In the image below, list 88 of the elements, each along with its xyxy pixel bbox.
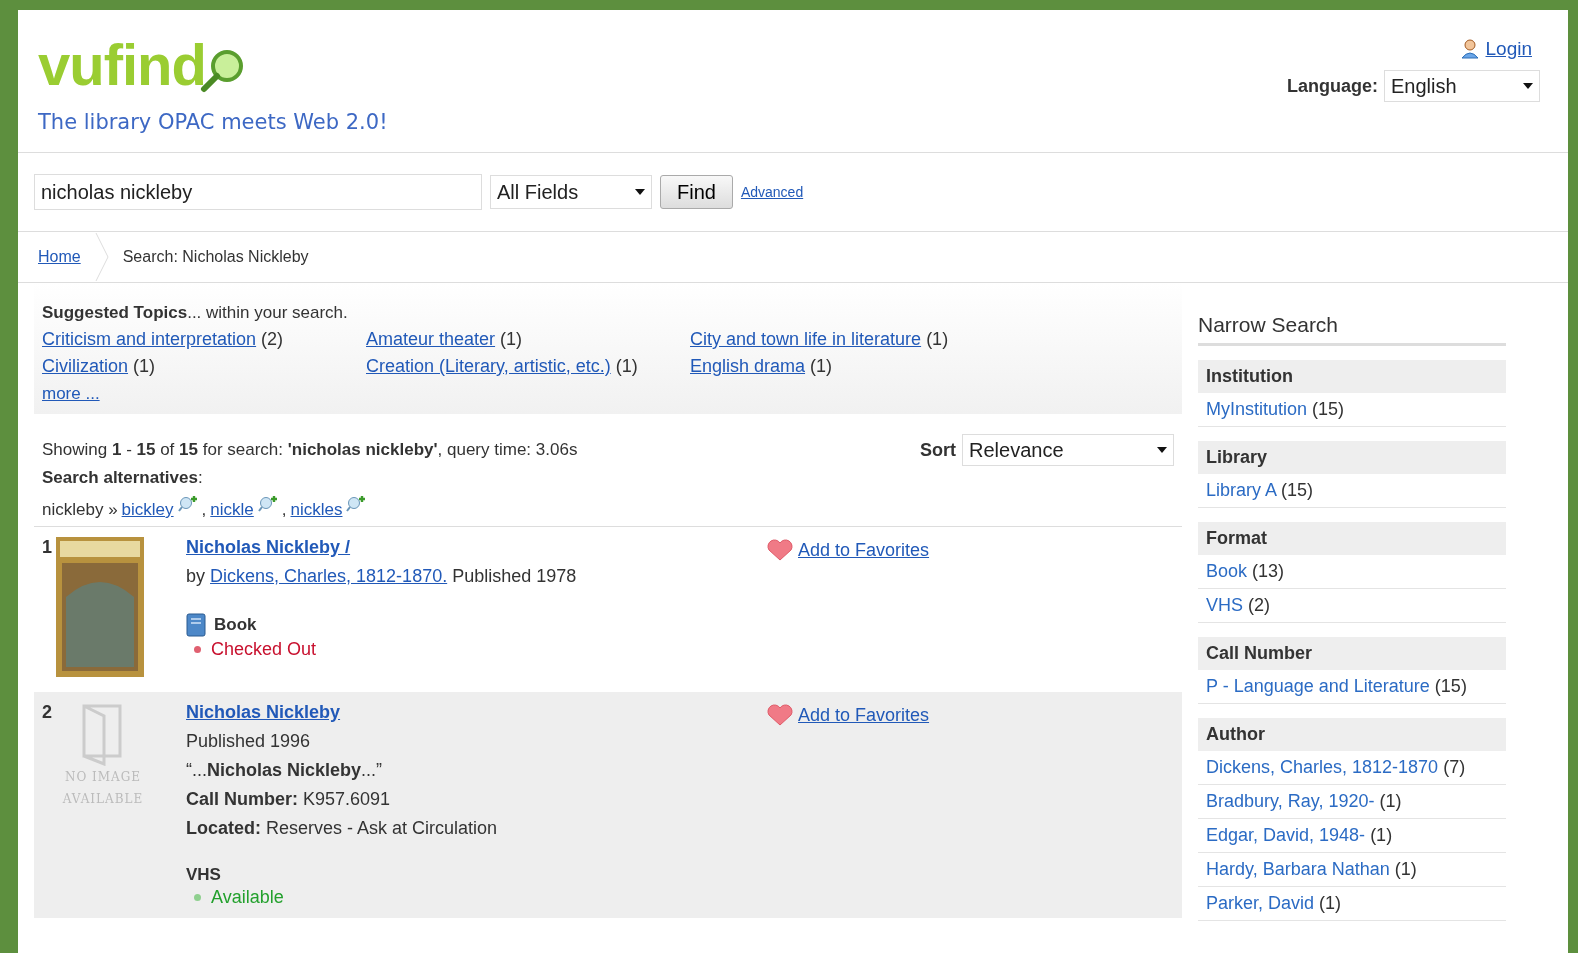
- facet-link[interactable]: Book: [1206, 561, 1248, 581]
- topic-link[interactable]: English drama: [690, 356, 806, 376]
- result-title-link[interactable]: Nicholas Nickleby /: [186, 537, 766, 558]
- search-field[interactable]: nicholas nickleby: [34, 174, 482, 210]
- topic-count: (1): [810, 356, 833, 376]
- topic-count: (2): [261, 329, 284, 349]
- facet-heading: Format: [1198, 522, 1506, 555]
- add-to-favorites-link[interactable]: Add to Favorites: [798, 539, 930, 561]
- facet-heading: Author: [1198, 718, 1506, 751]
- result-title-link[interactable]: Nicholas Nickleby: [186, 702, 766, 723]
- search-alternatives-heading: Search alternatives:: [41, 467, 204, 489]
- facet-count: (7): [1443, 757, 1466, 777]
- detail-label: Call Number:: [186, 789, 299, 809]
- topic-link[interactable]: Amateur theater: [366, 329, 496, 349]
- result-detail-text: Published 1996: [186, 731, 312, 752]
- breadcrumb-text: Search: Nicholas Nickleby: [122, 248, 309, 266]
- result-number: 1: [42, 537, 53, 559]
- add-to-favorites-link[interactable]: Add to Favorites: [798, 704, 930, 726]
- facet-heading: Call Number: [1198, 637, 1506, 670]
- book-icon: [186, 613, 206, 637]
- language-label: Language:: [1287, 75, 1378, 97]
- narrow-search-heading: Narrow Search: [1198, 313, 1506, 346]
- availability-status: Checked Out: [211, 639, 317, 660]
- facet-link[interactable]: Library A: [1206, 480, 1277, 500]
- more-link[interactable]: more ...: [42, 384, 100, 403]
- detail-value: K957.6091: [303, 789, 391, 809]
- alternative-link[interactable]: nickle: [210, 500, 254, 520]
- add-search-icon[interactable]: [177, 496, 198, 514]
- facet-count: (1): [1379, 791, 1402, 811]
- facet-link[interactable]: Parker, David: [1206, 893, 1315, 913]
- advanced-link[interactable]: Advanced: [740, 184, 804, 200]
- topic-count: (1): [926, 329, 949, 349]
- result-number: 2: [42, 702, 53, 724]
- facet-count: (15): [1312, 399, 1345, 419]
- login-link[interactable]: Login: [1485, 38, 1532, 60]
- add-search-icon[interactable]: [257, 496, 278, 514]
- facet-count: (1): [1370, 825, 1393, 845]
- topic-count: (1): [500, 329, 523, 349]
- tagline: The library OPAC meets Web 2.0!: [38, 110, 388, 134]
- field-select[interactable]: All Fields: [490, 175, 652, 209]
- facet-link[interactable]: Edgar, David, 1948-: [1206, 825, 1366, 845]
- topic-link[interactable]: Civilization: [42, 356, 129, 376]
- detail-label: Located:: [186, 818, 261, 838]
- facet-count: (2): [1248, 595, 1271, 615]
- facet-link[interactable]: Hardy, Barbara Nathan: [1206, 859, 1390, 879]
- facet-count: (13): [1252, 561, 1285, 581]
- topic-count: (1): [133, 356, 156, 376]
- facet-count: (15): [1434, 676, 1467, 696]
- results-summary: Showing 1 - 15 of 15 for search: 'nicholas nickleby', query time: 3.06s: [42, 440, 578, 460]
- comma: ,: [201, 500, 207, 520]
- breadcrumb-link[interactable]: Home: [38, 248, 81, 266]
- format-label: VHS: [186, 865, 221, 885]
- facet-count: (1): [1394, 859, 1417, 879]
- format-label: Book: [214, 615, 257, 635]
- facet-link[interactable]: MyInstitution: [1206, 399, 1308, 419]
- book-cover-picture[interactable]: [56, 537, 144, 677]
- facet-count: (15): [1281, 480, 1314, 500]
- facet-link[interactable]: Dickens, Charles, 1812-1870: [1206, 757, 1439, 777]
- logo-text: vufind: [38, 34, 206, 96]
- suggested-topics-heading: Suggested Topics... within your search.: [42, 303, 349, 323]
- find-button[interactable]: Find: [660, 175, 733, 209]
- facet-link[interactable]: Bradbury, Ray, 1920-: [1206, 791, 1375, 811]
- facet-link[interactable]: VHS: [1206, 595, 1243, 615]
- heart-icon: [766, 704, 794, 726]
- user-icon: [1459, 39, 1480, 59]
- facet-heading: Institution: [1198, 360, 1506, 393]
- result-detail-text: “...Nicholas Nickleby...”: [186, 760, 384, 781]
- language-select[interactable]: English: [1384, 70, 1540, 102]
- author-link[interactable]: Dickens, Charles, 1812-1870.: [210, 566, 448, 586]
- by-label: by: [186, 566, 205, 586]
- availability-status: Available: [211, 887, 284, 908]
- facet-link[interactable]: P - Language and Literature: [1206, 676, 1430, 696]
- topic-link[interactable]: City and town life in literature: [690, 329, 922, 349]
- sort-label: Sort: [920, 439, 956, 461]
- topic-count: (1): [615, 356, 638, 376]
- sort-select[interactable]: Relevance: [962, 434, 1174, 466]
- alternative-link[interactable]: nickles: [290, 500, 343, 520]
- comma: ,: [281, 500, 287, 520]
- topic-link[interactable]: Criticism and interpretation: [42, 329, 257, 349]
- alternative-link[interactable]: bickley: [121, 500, 174, 520]
- alternative-term: nickleby »: [42, 500, 118, 520]
- heart-icon: [766, 539, 794, 561]
- add-search-icon[interactable]: [346, 496, 367, 514]
- facet-heading: Library: [1198, 441, 1506, 474]
- topic-link[interactable]: Creation (Literary, artistic, etc.): [366, 356, 611, 376]
- facet-count: (1): [1319, 893, 1342, 913]
- detail-value: Reserves - Ask at Circulation: [266, 818, 498, 838]
- published-text: Published 1978: [452, 566, 577, 586]
